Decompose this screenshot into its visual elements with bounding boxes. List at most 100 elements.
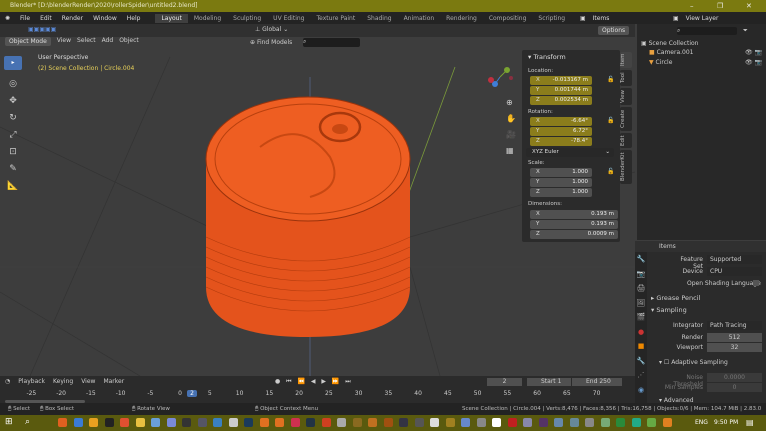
- taskbar-app-icon[interactable]: [244, 418, 253, 427]
- rotation-x[interactable]: X -6.64°: [530, 117, 592, 126]
- rotation-z[interactable]: Z -78.4°: [530, 137, 592, 146]
- physics-icon[interactable]: ◉: [635, 383, 647, 398]
- modifier-props-icon[interactable]: 🔧: [635, 354, 647, 369]
- outliner-search[interactable]: ⌕: [677, 27, 737, 35]
- current-frame-field[interactable]: 2: [487, 378, 522, 386]
- menu-marker[interactable]: Marker: [103, 378, 124, 385]
- playhead[interactable]: 2: [187, 390, 197, 397]
- view-layer-selector[interactable]: ▣ View Layer: [668, 15, 728, 22]
- taskbar-app-icon[interactable]: [523, 418, 532, 427]
- taskbar-app-icon[interactable]: [58, 418, 67, 427]
- dimensions-x[interactable]: X 0.193 m: [530, 210, 618, 219]
- dimensions-z[interactable]: Z 0.0009 m: [530, 230, 618, 239]
- menu-object[interactable]: Object: [119, 37, 139, 46]
- outliner-item-camera[interactable]: ■ Camera.001 👁 📷: [649, 49, 766, 56]
- sampling-panel[interactable]: ▾ Sampling: [651, 306, 687, 314]
- zoom-icon[interactable]: ⊕: [506, 95, 516, 111]
- find-models[interactable]: ⊕ Find Models: [250, 39, 292, 46]
- taskbar-app-icon[interactable]: [259, 418, 269, 427]
- particles-icon[interactable]: ⋰: [635, 368, 647, 383]
- view-layer-icon[interactable]: 🖼: [635, 296, 647, 311]
- start-frame-field[interactable]: Start 1: [527, 378, 571, 386]
- transform-tool-icon[interactable]: ⊡: [4, 144, 22, 161]
- taskbar-app-icon[interactable]: [461, 418, 470, 427]
- rotation-y[interactable]: Y 6.72°: [530, 127, 592, 136]
- osl-checkbox-label[interactable]: Open Shading Language: [687, 280, 761, 287]
- osl-checkbox[interactable]: [753, 280, 759, 286]
- grease-pencil-panel[interactable]: ▸ Grease Pencil: [651, 294, 700, 302]
- menu-timeline-view[interactable]: View: [81, 378, 95, 385]
- tab-shading[interactable]: Shading: [361, 14, 397, 23]
- taskbar-app-icon[interactable]: [538, 418, 548, 427]
- move-tool-icon[interactable]: ✥: [4, 93, 22, 110]
- taskbar-app-icon[interactable]: [120, 418, 129, 427]
- annotate-tool-icon[interactable]: ✎: [4, 161, 22, 178]
- tab-texture-paint[interactable]: Texture Paint: [310, 14, 361, 23]
- viewport-samples-field[interactable]: 32: [707, 343, 762, 352]
- taskbar-app-icon[interactable]: [569, 418, 579, 427]
- tool-props-icon[interactable]: 🔧: [635, 252, 647, 267]
- taskbar-app-icon[interactable]: [352, 418, 362, 427]
- start-icon[interactable]: ⊞: [5, 417, 13, 427]
- taskbar-app-icon[interactable]: [507, 418, 517, 427]
- outliner-scene-collection[interactable]: ▣ Scene Collection: [641, 40, 698, 47]
- tab-create[interactable]: Create: [620, 107, 632, 131]
- taskbar-app-icon[interactable]: [399, 418, 408, 427]
- taskbar-app-icon[interactable]: [430, 418, 439, 427]
- tab-animation[interactable]: Animation: [398, 14, 441, 23]
- adaptive-sampling-panel[interactable]: ▾ ☐ Adaptive Sampling: [659, 359, 728, 366]
- select-tool-icon[interactable]: ▸: [4, 56, 22, 70]
- tab-tool[interactable]: Tool: [620, 70, 632, 86]
- scale-y[interactable]: Y 1.000: [530, 178, 592, 187]
- rotate-tool-icon[interactable]: ↻: [4, 110, 22, 127]
- cursor-tool-icon[interactable]: ◎: [4, 76, 22, 93]
- taskbar-app-icon[interactable]: [290, 418, 300, 427]
- options-dropdown[interactable]: Options: [598, 26, 630, 35]
- filter-icon[interactable]: ⏷: [743, 27, 748, 35]
- dimensions-y[interactable]: Y 0.193 m: [530, 220, 618, 229]
- search-input[interactable]: ⌕: [303, 38, 360, 47]
- clock[interactable]: 9:50 PM: [714, 419, 738, 426]
- menu-playback[interactable]: Playback: [18, 378, 45, 385]
- object-mode-dropdown[interactable]: Object Mode: [5, 37, 51, 46]
- menu-window[interactable]: Window: [88, 15, 122, 22]
- scale-tool-icon[interactable]: ⤢: [4, 127, 22, 144]
- tab-item[interactable]: Item: [620, 52, 632, 68]
- taskbar-app-icon[interactable]: [228, 418, 238, 427]
- language-indicator[interactable]: ENG: [695, 419, 708, 426]
- taskbar-app-icon[interactable]: [662, 418, 672, 427]
- taskbar-app-icon[interactable]: [213, 418, 222, 427]
- location-y[interactable]: Y 0.001744 m: [530, 86, 592, 95]
- scene-selector[interactable]: ▣ Items: [575, 15, 619, 22]
- blender-logo-icon[interactable]: ✺: [0, 15, 15, 22]
- navigation-gizmo[interactable]: [485, 62, 515, 92]
- taskbar-app-icon[interactable]: [631, 418, 641, 427]
- notifications-icon[interactable]: ▤: [746, 418, 754, 427]
- taskbar-app-icon[interactable]: [445, 418, 455, 427]
- frame-ruler[interactable]: -25 -20 -15 -10 -5 0 2 5 10 15 20 25 30 35 40 45 50 55 60 6…: [0, 390, 635, 400]
- taskbar-app-icon[interactable]: [616, 418, 625, 427]
- menu-help[interactable]: Help: [122, 15, 146, 22]
- world-props-icon[interactable]: ●: [635, 325, 647, 340]
- scale-x[interactable]: X 1.000: [530, 168, 592, 177]
- taskbar-app-icon[interactable]: [166, 418, 176, 427]
- taskbar-app-icon[interactable]: [368, 418, 377, 427]
- lock-icon[interactable]: 🔓: [607, 168, 614, 175]
- search-icon[interactable]: ⌕: [25, 417, 30, 427]
- taskbar-app-icon[interactable]: [89, 418, 98, 427]
- orientation-dropdown[interactable]: ⊥ Global ⌄: [255, 26, 288, 33]
- measure-tool-icon[interactable]: 📐: [4, 178, 22, 195]
- tab-compositing[interactable]: Compositing: [483, 14, 533, 23]
- rotation-mode-dropdown[interactable]: XYZ Euler ⌄: [526, 148, 614, 157]
- output-props-icon[interactable]: 🖨: [635, 281, 647, 296]
- ortho-grid-icon[interactable]: ▦: [506, 143, 516, 159]
- editor-type-icon[interactable]: ◔: [5, 378, 10, 385]
- minimize-button[interactable]: –: [690, 0, 694, 12]
- menu-file[interactable]: File: [15, 15, 35, 22]
- maximize-button[interactable]: ❐: [717, 0, 723, 12]
- taskbar-app-icon[interactable]: [306, 418, 315, 427]
- end-frame-field[interactable]: End 250: [572, 378, 622, 386]
- tab-layout[interactable]: Layout: [155, 13, 188, 23]
- taskbar-app-icon[interactable]: [492, 418, 501, 427]
- location-x[interactable]: X -0.013167 m: [530, 76, 592, 85]
